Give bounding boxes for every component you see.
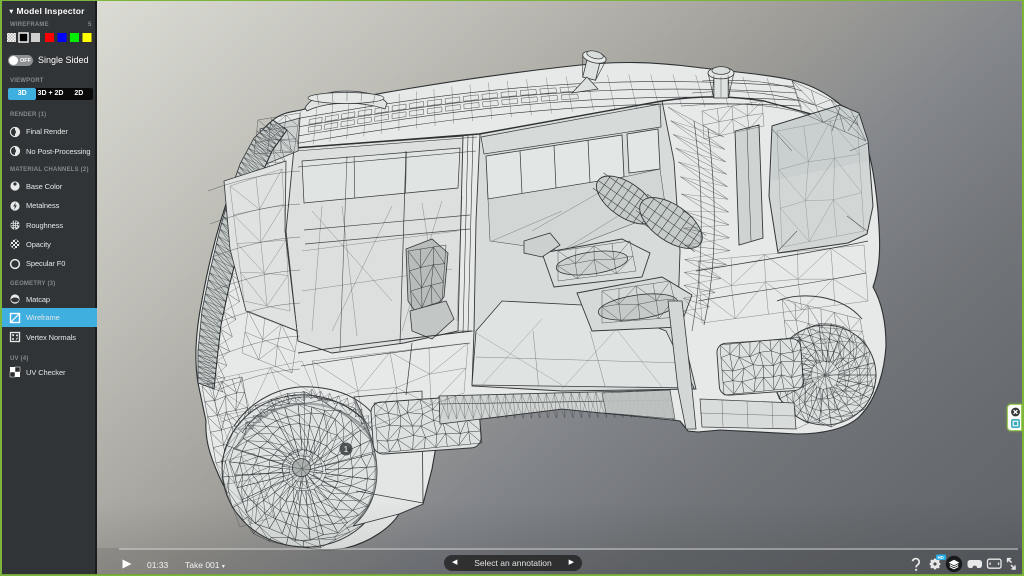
svg-text:1: 1 [344, 445, 349, 454]
svg-text:HD: HD [938, 555, 944, 560]
